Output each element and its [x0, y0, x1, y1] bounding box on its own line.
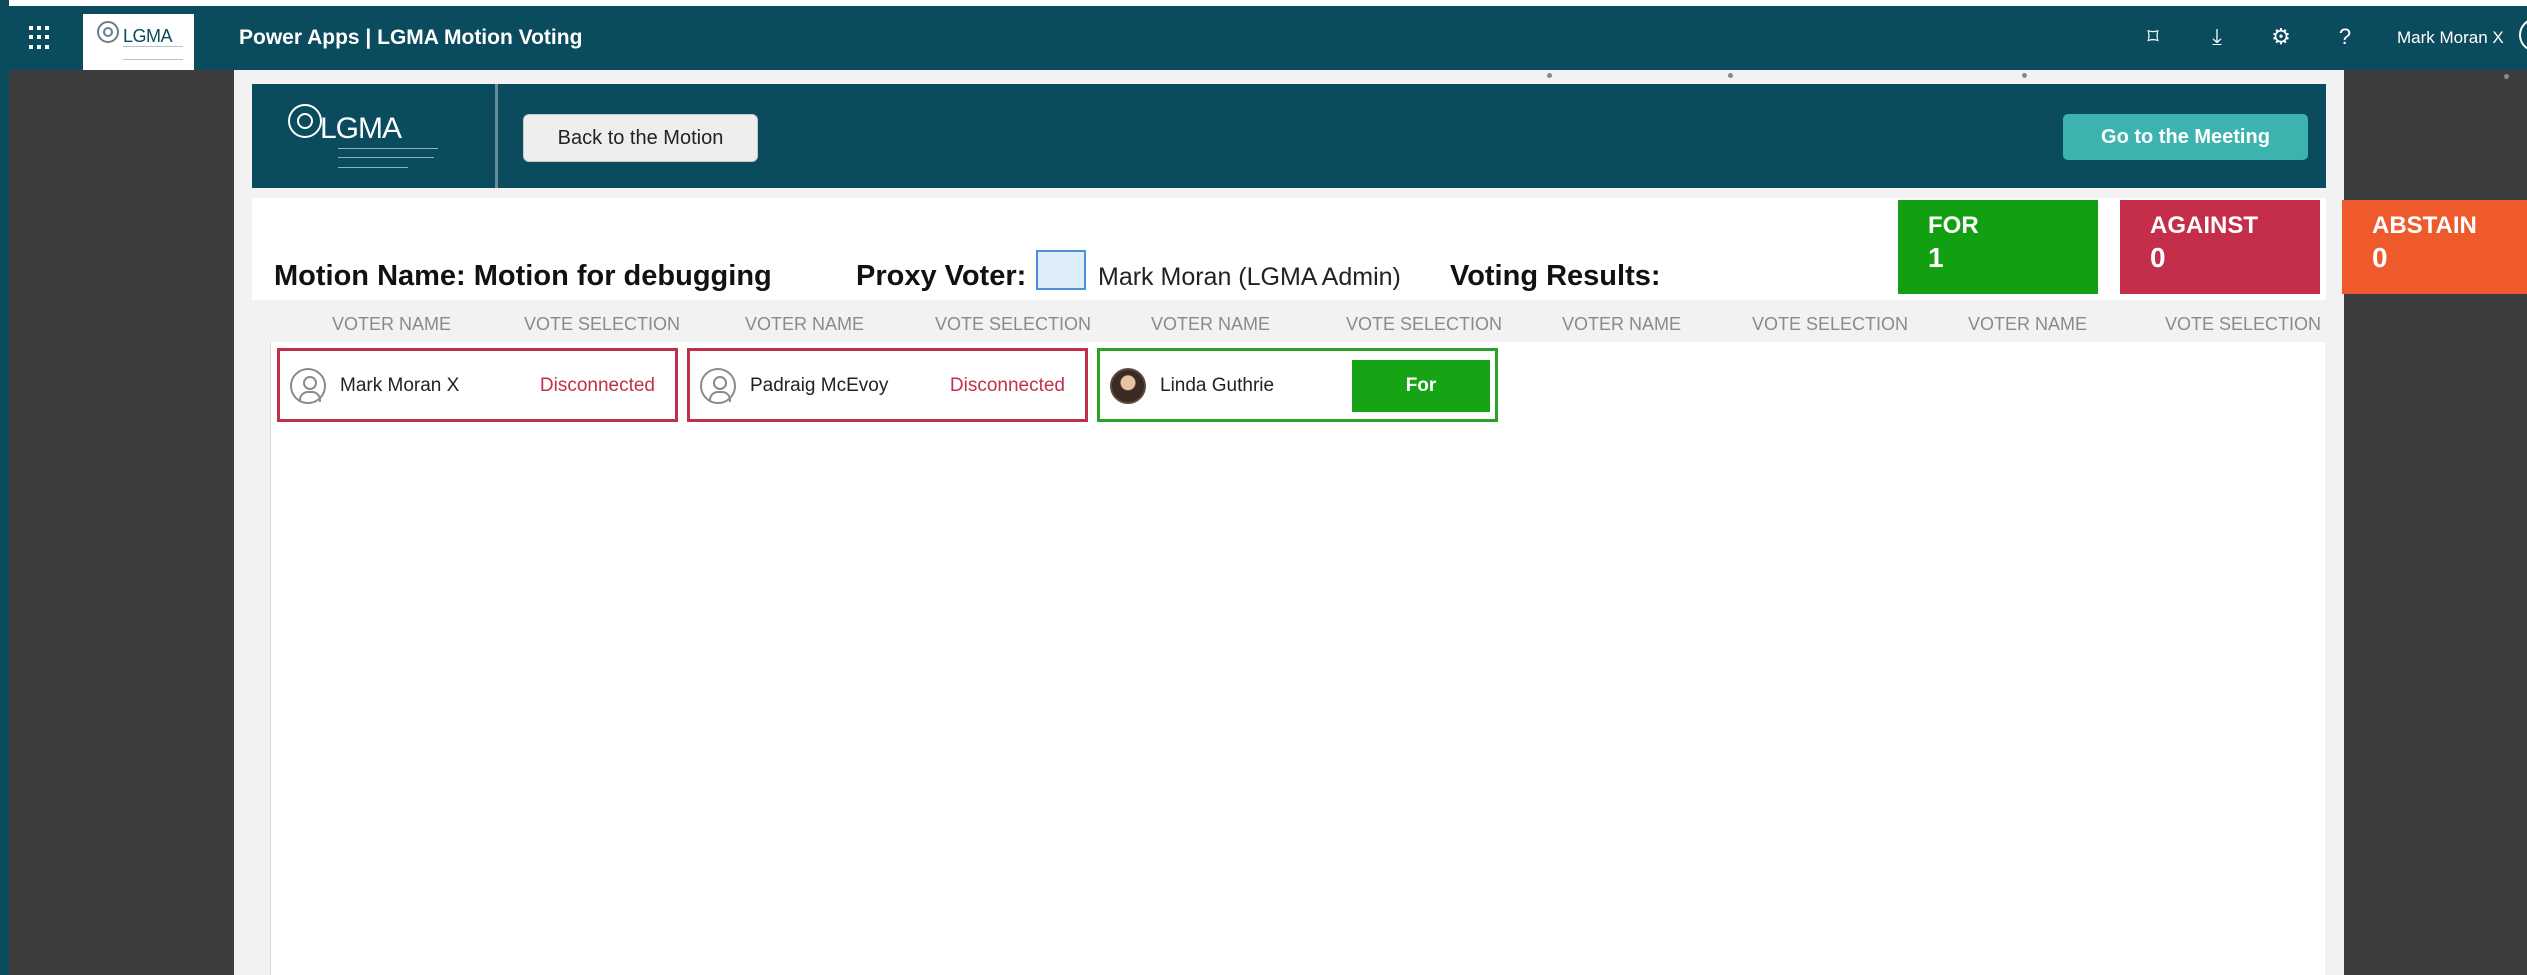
header-logo-subtext — [338, 148, 438, 177]
app-canvas: LGMA Back to the Motion Go to the Meetin… — [234, 70, 2527, 975]
lgma-swirl-icon — [97, 21, 119, 43]
help-icon[interactable]: ? — [2333, 24, 2357, 50]
go-to-meeting-button[interactable]: Go to the Meeting — [2063, 114, 2308, 160]
result-count: 0 — [2150, 242, 2166, 273]
fit-screen-icon[interactable]: ⌑ — [2141, 24, 2165, 50]
result-tile-for: FOR 1 — [1898, 200, 2098, 294]
result-label: FOR — [1928, 212, 1979, 239]
motion-info-bar: Motion Name: Motion for debugging Proxy … — [252, 198, 2527, 300]
proxy-voter-name: Mark Moran (LGMA Admin) — [1098, 263, 1401, 291]
header-logo-text: LGMA — [320, 112, 402, 145]
download-icon[interactable]: ⤓ — [2205, 24, 2229, 50]
user-placeholder-icon — [290, 368, 326, 404]
lgma-header-logo: LGMA — [258, 90, 493, 182]
brand-logo-text: LGMA — [123, 26, 173, 46]
result-count: 1 — [1928, 242, 1944, 273]
app-title: Power Apps | LGMA Motion Voting — [239, 26, 583, 49]
user-placeholder-icon — [700, 368, 736, 404]
column-header-vote-selection: VOTE SELECTION — [935, 314, 1092, 334]
voter-photo — [1110, 368, 1146, 404]
resize-handle-dot — [1547, 73, 1552, 78]
resize-handle-dot — [1728, 73, 1733, 78]
proxy-voter-checkbox[interactable] — [1036, 250, 1086, 290]
settings-icon[interactable]: ⚙ — [2269, 24, 2293, 50]
column-header-vote-selection: VOTE SELECTION — [1346, 314, 1503, 334]
app-header: LGMA Back to the Motion Go to the Meetin… — [252, 84, 2326, 188]
column-header-voter-name: VOTER NAME — [745, 314, 865, 334]
column-header-voter-name: VOTER NAME — [332, 314, 452, 334]
brand-logo-subtext — [123, 46, 183, 60]
result-count: 0 — [2372, 242, 2388, 273]
voter-name: Linda Guthrie — [1160, 375, 1275, 396]
resize-handle-dot — [2504, 74, 2509, 79]
voter-grid-column-headers: VOTER NAME VOTE SELECTION VOTER NAME VOT… — [252, 314, 2326, 338]
column-header-voter-name: VOTER NAME — [1968, 314, 2088, 334]
top-bar-actions: ⌑ ⤓ ⚙ ? — [2141, 24, 2357, 50]
result-tile-abstain: ABSTAIN 0 — [2342, 200, 2527, 294]
voter-grid: Mark Moran X Disconnected Padraig McEvoy… — [270, 342, 2325, 975]
result-tile-against: AGAINST 0 — [2120, 200, 2320, 294]
lgma-swirl-icon — [288, 104, 322, 138]
voter-name: Mark Moran X — [340, 375, 460, 396]
voter-card[interactable]: Mark Moran X Disconnected — [277, 348, 678, 422]
result-label: ABSTAIN — [2372, 212, 2477, 239]
column-header-vote-selection: VOTE SELECTION — [524, 314, 681, 334]
vote-status: Disconnected — [949, 375, 1065, 396]
proxy-voter-label: Proxy Voter: — [856, 260, 1027, 292]
back-to-motion-button[interactable]: Back to the Motion — [523, 114, 758, 162]
resize-handle-dot — [2022, 73, 2027, 78]
signed-in-user-name[interactable]: Mark Moran X — [2397, 28, 2504, 48]
vote-status: Disconnected — [539, 375, 655, 396]
column-header-vote-selection: VOTE SELECTION — [1752, 314, 1909, 334]
left-frame-edge — [0, 0, 9, 975]
column-header-vote-selection: VOTE SELECTION — [2165, 314, 2322, 334]
voter-name: Padraig McEvoy — [750, 375, 889, 396]
vote-selection-badge: For — [1352, 360, 1490, 412]
lgma-brand-logo: LGMA — [83, 14, 194, 70]
app-launcher-icon[interactable] — [29, 26, 53, 50]
voter-card[interactable]: Linda Guthrie For — [1097, 348, 1498, 422]
result-label: AGAINST — [2150, 212, 2258, 239]
column-header-voter-name: VOTER NAME — [1562, 314, 1682, 334]
column-header-voter-name: VOTER NAME — [1151, 314, 1271, 334]
motion-name: Motion Name: Motion for debugging — [274, 260, 772, 292]
power-apps-top-bar: LGMA Power Apps | LGMA Motion Voting ⌑ ⤓… — [9, 6, 2527, 70]
voter-card[interactable]: Padraig McEvoy Disconnected — [687, 348, 1088, 422]
header-divider — [495, 84, 498, 188]
user-avatar[interactable] — [2519, 18, 2527, 52]
voting-results-label: Voting Results: — [1450, 260, 1661, 292]
